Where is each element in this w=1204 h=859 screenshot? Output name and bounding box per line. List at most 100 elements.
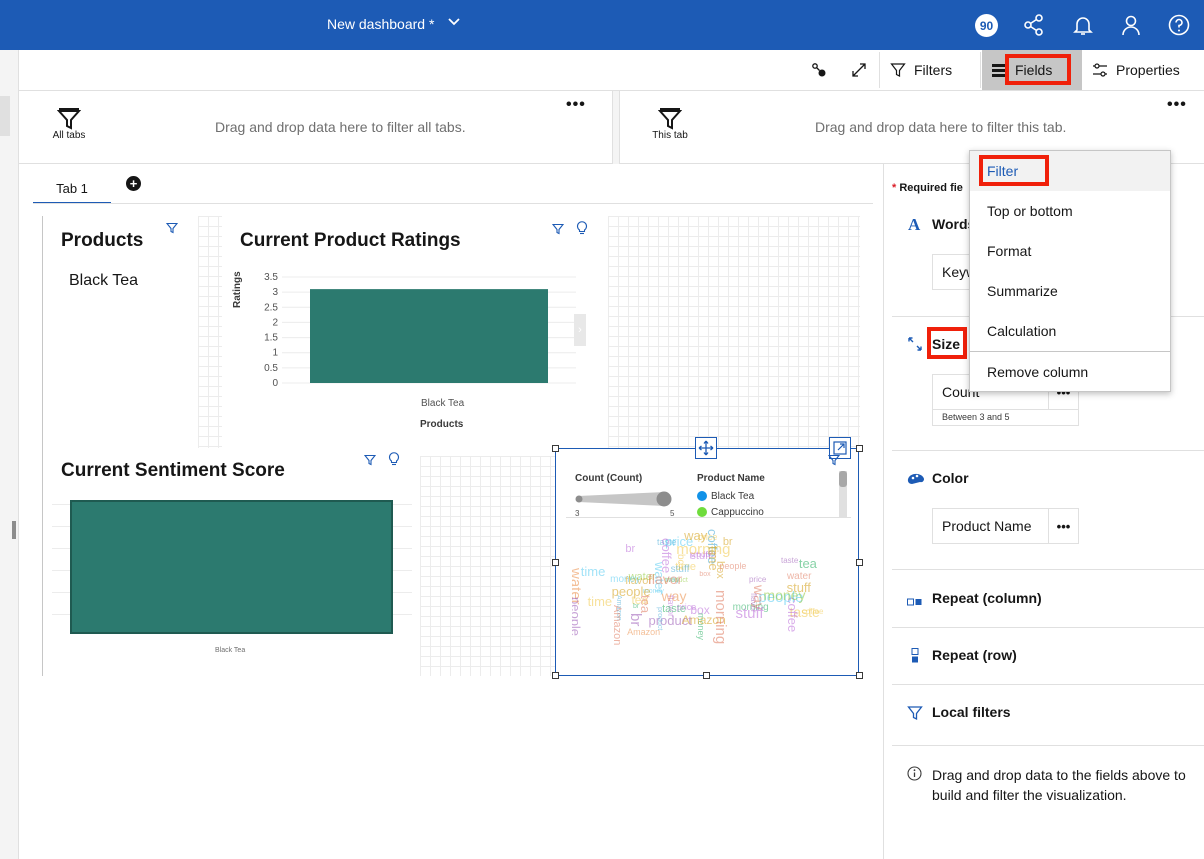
toolbar-divider [980, 52, 981, 88]
sliders-icon [1092, 62, 1108, 78]
menu-item-summarize[interactable]: Summarize [970, 271, 1170, 311]
tab-1[interactable]: Tab 1 [33, 174, 111, 204]
properties-button[interactable]: Properties [1092, 50, 1180, 90]
ratings-bar-chart: 3.5 3 2.5 2 1.5 1 0.5 0 [264, 272, 576, 389]
color-field-more-button[interactable]: ••• [1048, 509, 1078, 543]
bell-icon[interactable] [1070, 12, 1096, 38]
panel-resize-handle[interactable] [12, 521, 16, 539]
repeat-row-label[interactable]: Repeat (row) [932, 647, 1017, 663]
left-side-panel [0, 50, 19, 859]
legend-color-title: Product Name [697, 473, 765, 484]
panel-divider [892, 569, 1204, 570]
all-tabs-label: All tabs [52, 130, 86, 141]
this-tab-more-button[interactable]: ••• [1167, 96, 1187, 114]
info-text: Drag and drop data to the fields above t… [932, 765, 1186, 805]
all-tabs-drop-hint: Drag and drop data here to filter all ta… [215, 119, 466, 135]
this-tab-filter-zone[interactable]: This tab [648, 108, 692, 141]
menu-item-format[interactable]: Format [970, 231, 1170, 271]
resize-handle[interactable] [856, 672, 863, 679]
word-cloud-word: people [572, 596, 584, 636]
move-icon[interactable] [695, 437, 717, 459]
required-fields-label: * Required fie [892, 182, 963, 194]
filter-icon[interactable] [363, 453, 377, 471]
user-icon[interactable] [1118, 12, 1144, 38]
ratings-y-tick: 2.5 [264, 302, 278, 313]
word-cloud-word: Amazon [610, 604, 623, 645]
palette-icon [907, 471, 925, 490]
legend-scrollbar[interactable] [839, 471, 847, 517]
chart-scroll-arrow-icon[interactable]: › [574, 314, 586, 346]
ratings-y-tick: 3.5 [264, 272, 278, 283]
info-text-line: Drag and drop data to the fields above t… [932, 767, 1186, 783]
word-cloud-word: water [786, 570, 812, 582]
connection-icon[interactable] [810, 61, 828, 84]
zone-resize-handle[interactable] [612, 91, 620, 164]
sentiment-title: Current Sentiment Score [61, 460, 285, 481]
repeat-column-label[interactable]: Repeat (column) [932, 590, 1042, 606]
filter-icon[interactable] [165, 222, 179, 237]
notification-count-badge[interactable]: 90 [975, 14, 998, 37]
color-field[interactable]: Product Name ••• [932, 508, 1079, 544]
field-context-menu: Filter Top or bottom Format Summarize Ca… [969, 150, 1171, 392]
menu-item-top-or-bottom[interactable]: Top or bottom [970, 191, 1170, 231]
chevron-down-icon[interactable] [447, 14, 461, 31]
this-tab-label: This tab [652, 130, 688, 141]
resize-handle[interactable] [552, 672, 559, 679]
add-tab-icon[interactable]: + [126, 176, 141, 191]
legend-swatch [697, 507, 707, 517]
ratings-y-tick: 0 [272, 378, 278, 389]
legend-divider [566, 517, 851, 518]
resize-handle[interactable] [552, 559, 559, 566]
ratings-widget[interactable]: Current Product Ratings Ratings 3.5 3 2.5 2… [222, 216, 608, 448]
canvas-left-edge [42, 216, 43, 676]
repeat-row-icon [910, 648, 920, 669]
all-tabs-filter-zone[interactable]: All tabs [48, 108, 90, 141]
filter-icon [907, 705, 923, 726]
word-cloud-word: time [587, 593, 613, 609]
wordcloud-widget[interactable]: Count (Count) 3 5 Product Name Black Tea… [555, 437, 859, 676]
resize-handle[interactable] [552, 445, 559, 452]
products-value: Black Tea [69, 272, 139, 289]
resize-handle[interactable] [856, 559, 863, 566]
legend-item[interactable]: Cappuccino [697, 504, 837, 518]
products-widget[interactable]: Products Black Tea [44, 216, 198, 448]
canvas-grid [608, 216, 860, 448]
word-cloud-word: Amazon [627, 626, 661, 637]
word-cloud-word: time [706, 546, 722, 572]
filter-icon [890, 62, 906, 78]
all-tabs-more-button[interactable]: ••• [566, 96, 586, 114]
resize-handle[interactable] [703, 672, 710, 679]
repeat-column-icon [907, 594, 923, 612]
ratings-bar[interactable] [310, 289, 548, 383]
filters-button[interactable]: Filters [890, 50, 952, 90]
side-panel-tab[interactable] [0, 96, 10, 136]
lightbulb-icon[interactable] [388, 452, 400, 471]
menu-item-remove-column[interactable]: Remove column [970, 352, 1170, 392]
local-filters-label[interactable]: Local filters [932, 704, 1011, 720]
filter-icon[interactable] [827, 453, 841, 471]
share-icon[interactable] [1021, 12, 1047, 38]
help-icon[interactable] [1166, 12, 1192, 38]
legend-item[interactable]: Black Tea [697, 488, 837, 504]
lightbulb-icon[interactable] [576, 221, 588, 240]
expand-icon[interactable] [850, 61, 868, 84]
canvas-grid [420, 456, 556, 676]
resize-handle[interactable] [856, 445, 863, 452]
word-cloud-word: coffee [801, 607, 824, 617]
word-cloud-word: price [676, 601, 697, 612]
this-tab-drop-hint: Drag and drop data here to filter this t… [815, 119, 1067, 135]
sentiment-bar[interactable] [70, 500, 393, 634]
word-cloud-word: money [610, 574, 641, 586]
word-cloud-word: way [684, 528, 708, 544]
ratings-x-tick: Black Tea [421, 398, 465, 409]
menu-item-calculation[interactable]: Calculation [970, 311, 1170, 351]
dashboard-title[interactable]: New dashboard * [327, 16, 434, 32]
size-filter-note: Between 3 and 5 [932, 409, 1079, 426]
filter-highlight-box [979, 155, 1049, 186]
panel-divider [892, 450, 1204, 451]
filter-icon[interactable] [551, 222, 565, 240]
word-cloud-word: taste [781, 556, 799, 566]
ratings-y-tick: 1.5 [264, 333, 278, 344]
word-cloud-word: box [675, 553, 687, 570]
sentiment-widget[interactable]: Current Sentiment Score Black Tea [44, 452, 420, 676]
